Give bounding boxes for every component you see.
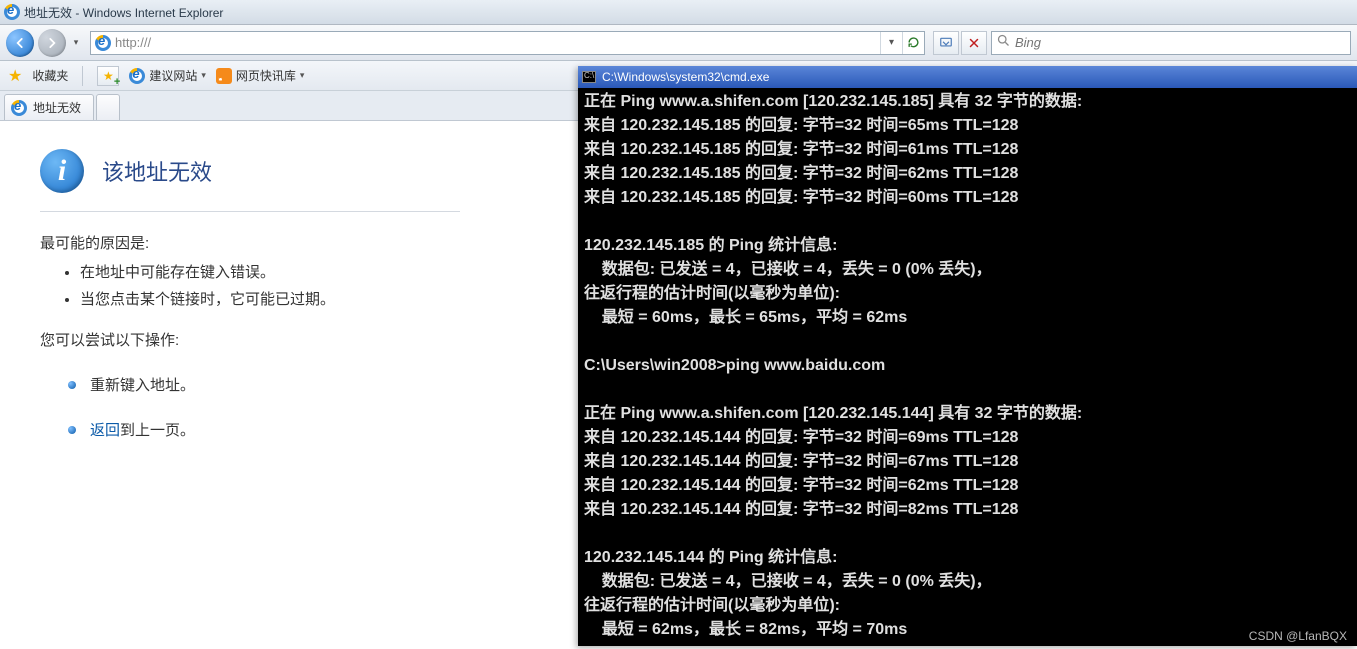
cmd-output: 正在 Ping www.a.shifen.com [120.232.145.18… — [578, 88, 1357, 646]
search-input[interactable] — [1015, 32, 1350, 54]
bullet-icon — [68, 381, 76, 389]
tab-favicon-icon — [11, 100, 27, 116]
info-icon: i — [40, 149, 84, 193]
tab-current[interactable]: 地址无效 — [4, 94, 94, 120]
navigation-toolbar: ▾ ▾ — [0, 25, 1357, 61]
ie-icon — [129, 68, 145, 84]
chevron-down-icon: ▾ — [201, 70, 206, 81]
action-text: 重新键入地址。 — [90, 374, 195, 395]
address-bar: ▾ — [90, 31, 925, 55]
watermark: CSDN @LfanBQX — [1249, 629, 1347, 643]
cmd-title-text: C:\Windows\system32\cmd.exe — [602, 65, 769, 89]
separator — [82, 66, 83, 86]
web-slice-link[interactable]: 网页快讯库 ▾ — [216, 67, 305, 84]
cmd-window: C:\ C:\Windows\system32\cmd.exe 正在 Ping … — [578, 66, 1357, 646]
page-icon — [95, 35, 111, 51]
new-tab-button[interactable] — [96, 94, 120, 120]
favorites-label[interactable]: 收藏夹 — [32, 67, 68, 84]
search-bar — [991, 31, 1351, 55]
search-icon — [996, 33, 1011, 53]
window-titlebar: 地址无效 - Windows Internet Explorer — [0, 0, 1357, 25]
ie-logo-icon — [4, 4, 20, 20]
chevron-down-icon: ▾ — [300, 70, 305, 81]
tab-label: 地址无效 — [33, 99, 81, 116]
title-page: 地址无效 — [24, 6, 72, 20]
add-favorite-button[interactable]: ★ — [97, 66, 119, 86]
refresh-button[interactable] — [902, 32, 924, 54]
favorites-star-icon[interactable]: ★ — [8, 66, 22, 86]
divider — [40, 211, 460, 212]
history-dropdown-icon[interactable]: ▾ — [70, 37, 82, 48]
bullet-icon — [68, 426, 76, 434]
forward-button[interactable] — [38, 29, 66, 57]
go-back-link[interactable]: 返回 — [90, 422, 120, 439]
address-input[interactable] — [115, 32, 880, 54]
cmd-titlebar[interactable]: C:\ C:\Windows\system32\cmd.exe — [578, 66, 1357, 88]
action-text: 到上一页。 — [120, 422, 195, 439]
address-dropdown-button[interactable]: ▾ — [880, 32, 902, 54]
cmd-icon: C:\ — [582, 71, 596, 83]
title-app: Windows Internet Explorer — [83, 6, 224, 20]
stop-button[interactable] — [961, 31, 987, 55]
error-heading: 该地址无效 — [102, 155, 212, 187]
compatibility-button[interactable] — [933, 31, 959, 55]
back-button[interactable] — [6, 29, 34, 57]
suggested-sites-link[interactable]: 建议网站 ▾ — [129, 67, 206, 84]
rss-icon — [216, 68, 232, 84]
